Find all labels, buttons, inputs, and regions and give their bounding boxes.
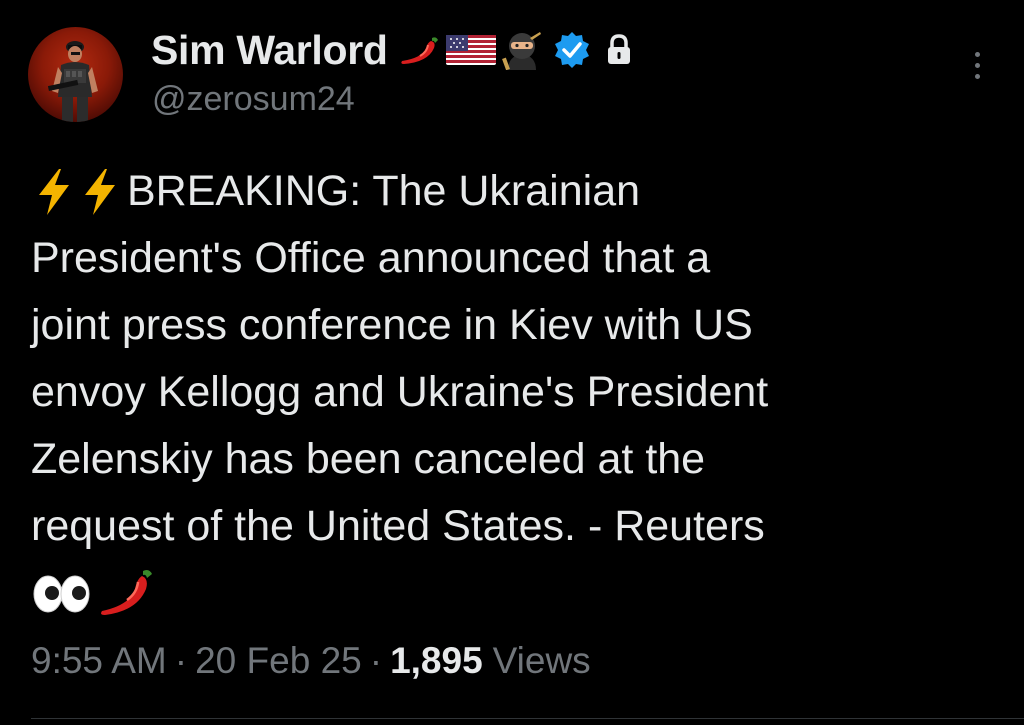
more-dot-icon — [975, 52, 980, 57]
more-dot-icon — [975, 74, 980, 79]
us-flag-icon — [445, 35, 496, 65]
tweet-line: BREAKING: The Ukrainian — [31, 158, 991, 225]
eyes-icon — [33, 575, 90, 612]
tweet-date[interactable]: 20 Feb 25 — [195, 640, 362, 682]
tweet-line-text: BREAKING: The Ukrainian — [127, 167, 641, 215]
more-options-button[interactable] — [964, 48, 990, 84]
tweet-line: President's Office announced that a — [31, 225, 991, 292]
divider — [31, 718, 1024, 719]
tweet-line-text: envoy Kellogg and Ukraine's President — [31, 368, 769, 416]
tweet-line-text: President's Office announced that a — [31, 234, 711, 282]
lock-icon — [607, 34, 630, 64]
handle[interactable]: @zerosum24 — [152, 80, 355, 119]
tweet-line-text: joint press conference in Kiev with US — [31, 301, 753, 349]
tweet-line: Zelenskiy has been canceled at the — [31, 426, 991, 493]
tweet-emoji-line — [31, 560, 991, 627]
tweet-line: envoy Kellogg and Ukraine's President — [31, 359, 991, 426]
meta-separator: · — [174, 640, 188, 681]
name-emojis — [398, 30, 640, 70]
lightning-icon — [85, 168, 115, 215]
avatar-image — [47, 41, 98, 122]
meta-separator: · — [369, 640, 383, 681]
lightning-icon — [39, 168, 69, 215]
tweet-line-text: request of the United States. - Reuters — [31, 502, 765, 550]
views-count: 1,895 — [390, 640, 483, 681]
tweet-time[interactable]: 9:55 AM — [31, 640, 167, 682]
more-dot-icon — [975, 63, 980, 68]
tweet[interactable]: Sim Warlord @zerosum24 BREAKING: The Ukr… — [0, 0, 1024, 725]
display-name[interactable]: Sim Warlord — [151, 27, 388, 74]
chili-pepper-icon — [400, 37, 438, 64]
tweet-meta: 9:55 AM · 20 Feb 25 · 1,895 Views — [31, 640, 591, 682]
views-label: Views — [492, 640, 591, 681]
tweet-text: BREAKING: The Ukrainian President's Offi… — [31, 158, 991, 627]
tweet-line: request of the United States. - Reuters — [31, 493, 991, 560]
tweet-line: joint press conference in Kiev with US — [31, 292, 991, 359]
avatar[interactable] — [28, 27, 123, 122]
chili-pepper-icon — [101, 569, 152, 615]
name-row: Sim Warlord — [151, 26, 640, 74]
tweet-line-text: Zelenskiy has been canceled at the — [31, 435, 706, 483]
verified-badge-icon[interactable] — [552, 30, 592, 70]
ninja-icon — [501, 32, 541, 70]
